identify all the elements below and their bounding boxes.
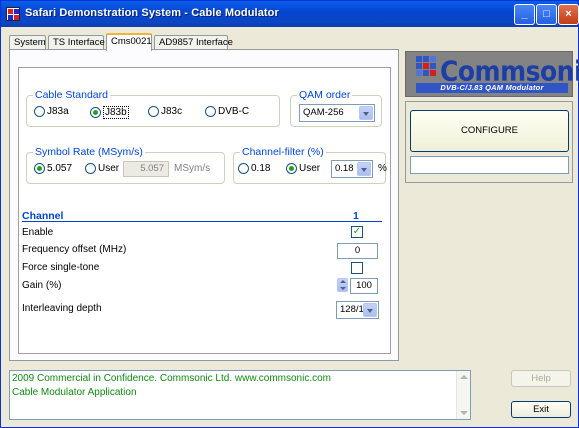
cable-standard-legend: Cable Standard <box>33 89 110 101</box>
close-button[interactable]: × <box>558 4 579 25</box>
channel-filter-legend: Channel-filter (%) <box>240 146 326 158</box>
symbol-rate-unit: MSym/s <box>174 163 211 174</box>
log-scrollbar[interactable] <box>456 371 470 419</box>
radio-j83a-label: J83a <box>47 106 69 117</box>
interleaving-depth-value: 128/1 <box>340 304 364 315</box>
radio-j83a[interactable]: J83a <box>34 106 69 117</box>
qam-order-value: QAM-256 <box>303 107 344 118</box>
tab-cms0021[interactable]: Cms0021 <box>106 33 152 51</box>
symbol-rate-legend: Symbol Rate (MSym/s) <box>33 146 145 158</box>
radio-j83a-indicator <box>34 106 45 117</box>
frequency-offset-label: Frequency offset (MHz) <box>22 244 127 255</box>
tab-system[interactable]: System <box>9 35 46 50</box>
radio-dvb-c-label: DVB-C <box>218 106 250 117</box>
radio-symbol-rate-preset-indicator <box>34 163 45 174</box>
log-line: 2009 Commercial in Confidence. Commsonic… <box>12 373 332 384</box>
settings-frame: Cable Standard J83a J83b J83c DVB-C QAM … <box>18 67 391 354</box>
radio-symbol-rate-user-label: User <box>98 163 120 174</box>
radio-dvb-c-indicator <box>205 106 216 117</box>
radio-j83c-indicator <box>148 106 159 117</box>
configure-status-field <box>410 156 569 174</box>
radio-j83b-indicator <box>90 107 101 118</box>
minimize-button[interactable]: _ <box>514 4 535 25</box>
force-single-tone-label: Force single-tone <box>22 262 100 273</box>
chevron-down-icon[interactable] <box>359 106 373 120</box>
channel-filter-select[interactable]: 0.18 <box>331 160 373 178</box>
chevron-down-icon[interactable] <box>357 162 371 176</box>
radio-j83c-label: J83c <box>161 106 183 117</box>
symbol-rate-group: Symbol Rate (MSym/s) 5.057 User 5.057 MS… <box>26 146 225 184</box>
qam-order-group: QAM order QAM-256 <box>290 89 382 127</box>
radio-channel-filter-preset-label: 0.18 <box>251 163 271 174</box>
channel-divider <box>22 221 382 222</box>
radio-channel-filter-user[interactable]: User <box>286 163 320 174</box>
radio-symbol-rate-preset[interactable]: 5.057 <box>34 163 72 174</box>
title-bar[interactable]: Safari Demonstration System - Cable Modu… <box>1 1 579 27</box>
frequency-offset-input[interactable]: 0 <box>337 243 378 259</box>
radio-channel-filter-preset[interactable]: 0.18 <box>238 163 270 174</box>
enable-label: Enable <box>22 227 54 238</box>
qam-order-legend: QAM order <box>297 89 353 101</box>
channel-filter-group: Channel-filter (%) 0.18 User 0.18 % <box>233 146 387 184</box>
message-log[interactable]: 2009 Commercial in Confidence. Commsonic… <box>9 370 471 420</box>
gain-input[interactable]: 100 <box>350 278 378 294</box>
interleaving-depth-label: Interleaving depth <box>22 303 102 314</box>
channel-filter-unit: % <box>378 163 387 174</box>
gain-label: Gain (%) <box>22 280 62 291</box>
maximize-button[interactable]: □ <box>536 4 557 25</box>
radio-dvb-c[interactable]: DVB-C <box>205 106 249 117</box>
log-line: Cable Modulator Application <box>12 387 137 398</box>
radio-symbol-rate-user-indicator <box>85 163 96 174</box>
app-window: Safari Demonstration System - Cable Modu… <box>0 0 579 428</box>
radio-j83c[interactable]: J83c <box>148 106 182 117</box>
radio-j83b[interactable]: J83b <box>90 106 129 119</box>
qam-order-select[interactable]: QAM-256 <box>299 104 375 122</box>
logo-strapline: DVB-C/J.83 QAM Modulator <box>416 83 568 93</box>
radio-symbol-rate-preset-label: 5.057 <box>47 163 73 174</box>
radio-symbol-rate-user[interactable]: User <box>85 163 119 174</box>
exit-button[interactable]: Exit <box>511 401 571 418</box>
interleaving-depth-select[interactable]: 128/1 <box>336 301 379 319</box>
window-title: Safari Demonstration System - Cable Modu… <box>25 7 279 19</box>
cable-standard-group: Cable Standard J83a J83b J83c DVB-C <box>26 89 280 127</box>
configure-button[interactable]: CONFIGURE <box>410 110 569 152</box>
radio-channel-filter-preset-indicator <box>238 163 249 174</box>
tab-ts-interface[interactable]: TS Interface <box>48 35 105 50</box>
radio-channel-filter-user-indicator <box>286 163 297 174</box>
commsonic-logo: Commsonic DVB-C/J.83 QAM Modulator <box>405 51 579 97</box>
cms0021-panel: Cable Standard J83a J83b J83c DVB-C QAM … <box>9 49 399 361</box>
force-single-tone-checkbox[interactable] <box>351 262 363 274</box>
enable-checkbox[interactable]: ✓ <box>351 226 363 238</box>
help-button[interactable]: Help <box>511 370 571 387</box>
gain-spinner[interactable] <box>337 278 348 292</box>
app-icon <box>6 7 20 21</box>
configure-panel: CONFIGURE <box>405 101 573 183</box>
symbol-rate-input[interactable]: 5.057 <box>123 161 169 177</box>
radio-j83b-label: J83b <box>103 106 129 119</box>
radio-channel-filter-user-label: User <box>299 163 321 174</box>
channel-filter-value: 0.18 <box>335 163 354 174</box>
chevron-down-icon[interactable] <box>363 303 377 317</box>
tab-ad9857-interface[interactable]: AD9857 Interface <box>154 35 233 50</box>
